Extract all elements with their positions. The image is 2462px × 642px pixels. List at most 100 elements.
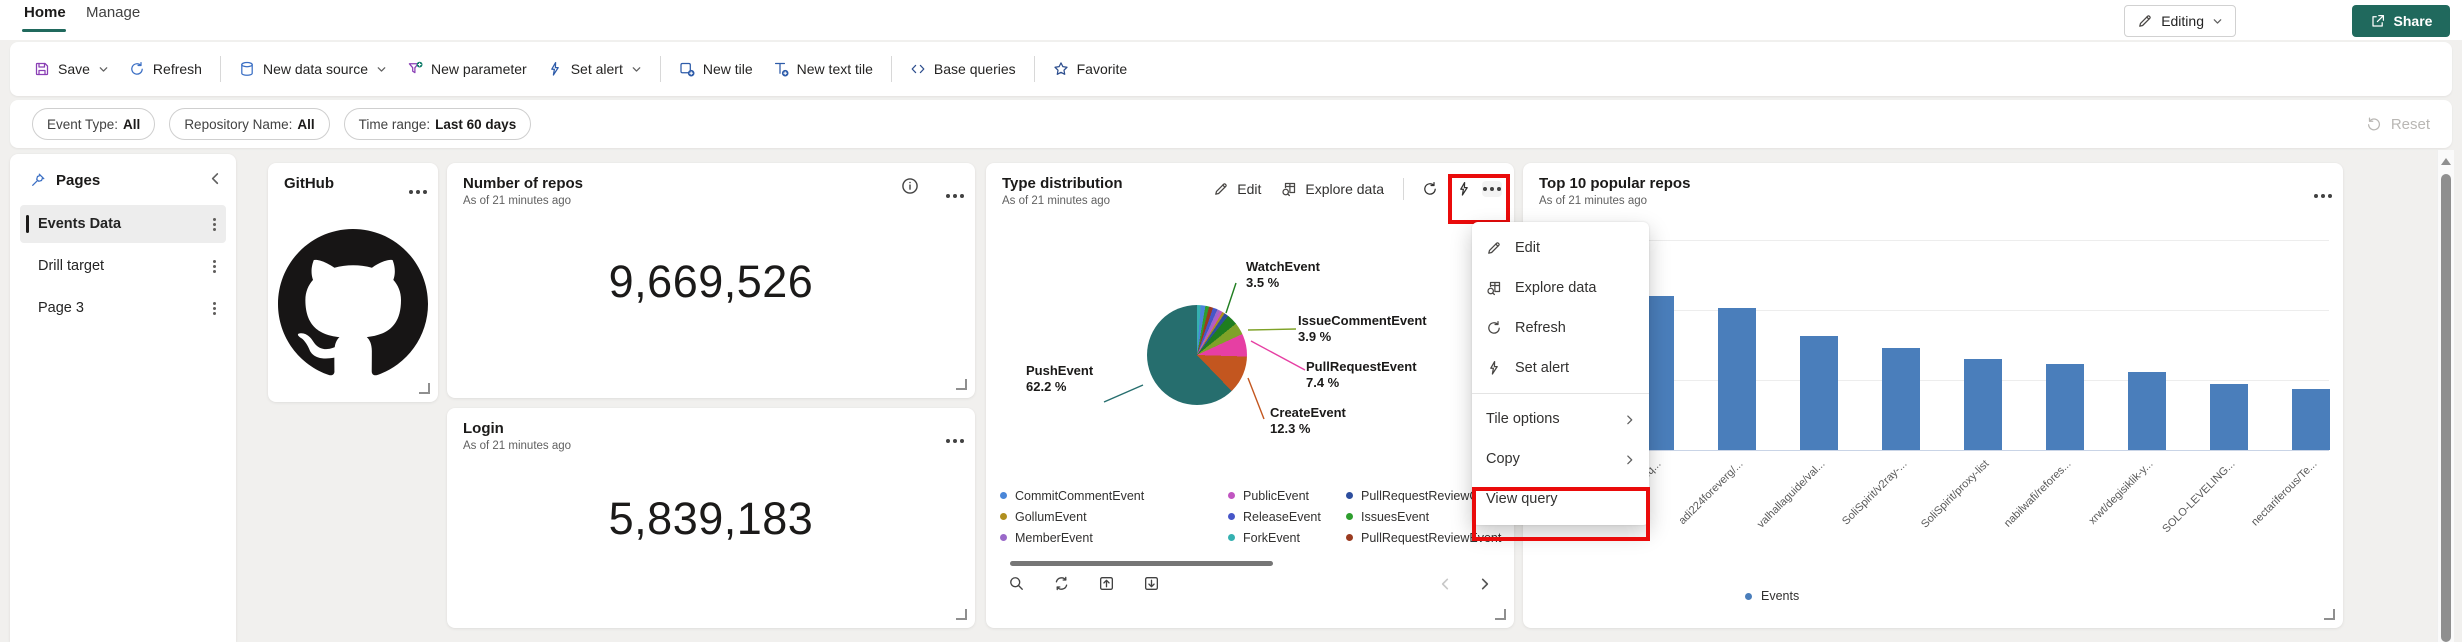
legend-item[interactable]: ReleaseEvent <box>1228 506 1346 527</box>
vertical-scrollbar[interactable] <box>2437 150 2454 642</box>
legend-dot <box>1228 513 1235 520</box>
new-data-source-button[interactable]: New data source <box>229 54 397 84</box>
lightning-icon <box>547 61 563 77</box>
reset-filters-button[interactable]: Reset <box>2366 116 2430 133</box>
tile-resize-handle[interactable] <box>956 379 967 390</box>
menu-item-label: Refresh <box>1515 320 1566 336</box>
legend-dot <box>1000 492 1007 499</box>
pencil-icon <box>1213 181 1229 197</box>
chevron-right-icon <box>1624 414 1635 425</box>
bar[interactable] <box>1882 348 1920 450</box>
menu-item-label: Set alert <box>1515 360 1569 376</box>
bar-category-label: valhallaguide/val... <box>1755 458 1827 530</box>
legend-item[interactable]: PublicEvent <box>1228 485 1346 506</box>
new-text-tile-button[interactable]: New text tile <box>763 54 883 84</box>
share-label: Share <box>2394 13 2433 29</box>
active-tab-underline <box>22 29 66 32</box>
menu-item-edit[interactable]: Edit <box>1472 228 1649 268</box>
tile-more-options-button[interactable] <box>953 185 957 203</box>
set-alert-label: Set alert <box>571 61 623 77</box>
tile-more-options-button[interactable] <box>416 181 420 199</box>
legend-item[interactable]: ForkEvent <box>1228 527 1346 548</box>
cycle-arrows-icon[interactable] <box>1053 575 1070 592</box>
filter-event-type[interactable]: Event Type: All <box>32 108 155 140</box>
tile-edit-button[interactable]: Edit <box>1204 175 1270 203</box>
menu-item-tile-options[interactable]: Tile options <box>1472 399 1649 439</box>
kebab-menu-icon[interactable] <box>213 223 216 226</box>
tile-resize-handle[interactable] <box>2324 609 2335 620</box>
base-queries-button[interactable]: Base queries <box>900 54 1026 84</box>
bar[interactable] <box>1964 359 2002 450</box>
scrollbar-thumb[interactable] <box>2441 174 2451 642</box>
legend-dot <box>1000 513 1007 520</box>
sidebar-item-events-data[interactable]: Events Data <box>20 205 226 243</box>
save-button[interactable]: Save <box>24 54 119 84</box>
bar-category-label: nectariferous/Te... <box>2249 458 2319 528</box>
menu-item-explore-data[interactable]: Explore data <box>1472 268 1649 308</box>
menu-item-copy[interactable]: Copy <box>1472 439 1649 479</box>
bar[interactable] <box>2128 372 2166 450</box>
legend-item[interactable]: CommitCommentEvent <box>1000 485 1228 506</box>
legend-item[interactable]: MemberEvent <box>1000 527 1228 548</box>
legend-item[interactable]: GollumEvent <box>1000 506 1228 527</box>
page-previous-icon[interactable] <box>1438 577 1452 591</box>
info-icon[interactable] <box>901 177 919 200</box>
scroll-up-arrow-icon[interactable] <box>2441 158 2451 165</box>
tile-login: Login As of 21 minutes ago 5,839,183 <box>447 408 975 628</box>
tile-refresh-button[interactable] <box>1414 175 1446 203</box>
editing-mode-dropdown[interactable]: Editing <box>2124 5 2236 37</box>
tile-header: Number of repos As of 21 minutes ago <box>463 175 959 207</box>
collapse-sidebar-button[interactable] <box>208 171 222 189</box>
refresh-label: Refresh <box>153 61 202 77</box>
tile-more-options-button[interactable] <box>953 430 957 448</box>
tile-resize-handle[interactable] <box>419 383 430 394</box>
legend-label: CommitCommentEvent <box>1015 489 1144 503</box>
table-search-icon <box>1281 181 1297 197</box>
filter-time-range[interactable]: Time range: Last 60 days <box>344 108 532 140</box>
tile-title: Number of repos <box>463 175 959 193</box>
sidebar-item-label: Page 3 <box>38 300 84 316</box>
tile-header: Login As of 21 minutes ago <box>463 420 959 452</box>
new-parameter-button[interactable]: New parameter <box>397 54 537 84</box>
kebab-menu-icon[interactable] <box>213 307 216 310</box>
bar-category-label: adi224foreverg/... <box>1676 458 1745 527</box>
legend-label: IssuesEvent <box>1361 510 1429 524</box>
box-arrow-down-icon[interactable] <box>1143 575 1160 592</box>
sidebar-item-drill-target[interactable]: Drill target <box>20 247 226 285</box>
menu-item-label: Copy <box>1486 451 1520 467</box>
pie-chart[interactable] <box>1147 305 1247 405</box>
box-arrow-up-icon[interactable] <box>1098 575 1115 592</box>
menu-item-refresh[interactable]: Refresh <box>1472 308 1649 348</box>
new-tile-button[interactable]: New tile <box>669 54 763 84</box>
set-alert-button[interactable]: Set alert <box>537 54 652 84</box>
bar[interactable] <box>2292 389 2330 450</box>
refresh-button[interactable]: Refresh <box>119 54 212 84</box>
legend-dot <box>1000 534 1007 541</box>
menu-item-set-alert[interactable]: Set alert <box>1472 348 1649 388</box>
tile-resize-handle[interactable] <box>1495 609 1506 620</box>
bar[interactable] <box>1800 336 1838 450</box>
chevron-down-icon <box>631 64 642 75</box>
sidebar-item-page-3[interactable]: Page 3 <box>20 289 226 327</box>
pie-label-createevent: CreateEvent12.3 % <box>1270 405 1346 437</box>
annotation-box-view-query <box>1472 487 1650 541</box>
tile-explore-data-button[interactable]: Explore data <box>1272 175 1393 203</box>
share-button[interactable]: Share <box>2352 5 2450 37</box>
tab-manage[interactable]: Manage <box>86 4 140 21</box>
bar-chart-legend[interactable]: Events <box>1745 589 1799 603</box>
filter-repository-name[interactable]: Repository Name: All <box>169 108 329 140</box>
code-icon <box>910 61 926 77</box>
legend-horizontal-scrollbar[interactable] <box>1010 561 1273 566</box>
bar[interactable] <box>1718 308 1756 450</box>
tab-home[interactable]: Home <box>24 4 66 21</box>
stat-value: 5,839,183 <box>447 493 975 545</box>
bar[interactable] <box>2046 364 2084 450</box>
favorite-button[interactable]: Favorite <box>1043 54 1138 84</box>
bar[interactable] <box>2210 384 2248 450</box>
search-icon[interactable] <box>1008 575 1025 592</box>
pie-callout-lines <box>986 163 1514 628</box>
bar-category-label: SoliSpirit/v2ray-... <box>1840 458 1909 527</box>
page-next-icon[interactable] <box>1478 577 1492 591</box>
tile-resize-handle[interactable] <box>956 609 967 620</box>
kebab-menu-icon[interactable] <box>213 265 216 268</box>
